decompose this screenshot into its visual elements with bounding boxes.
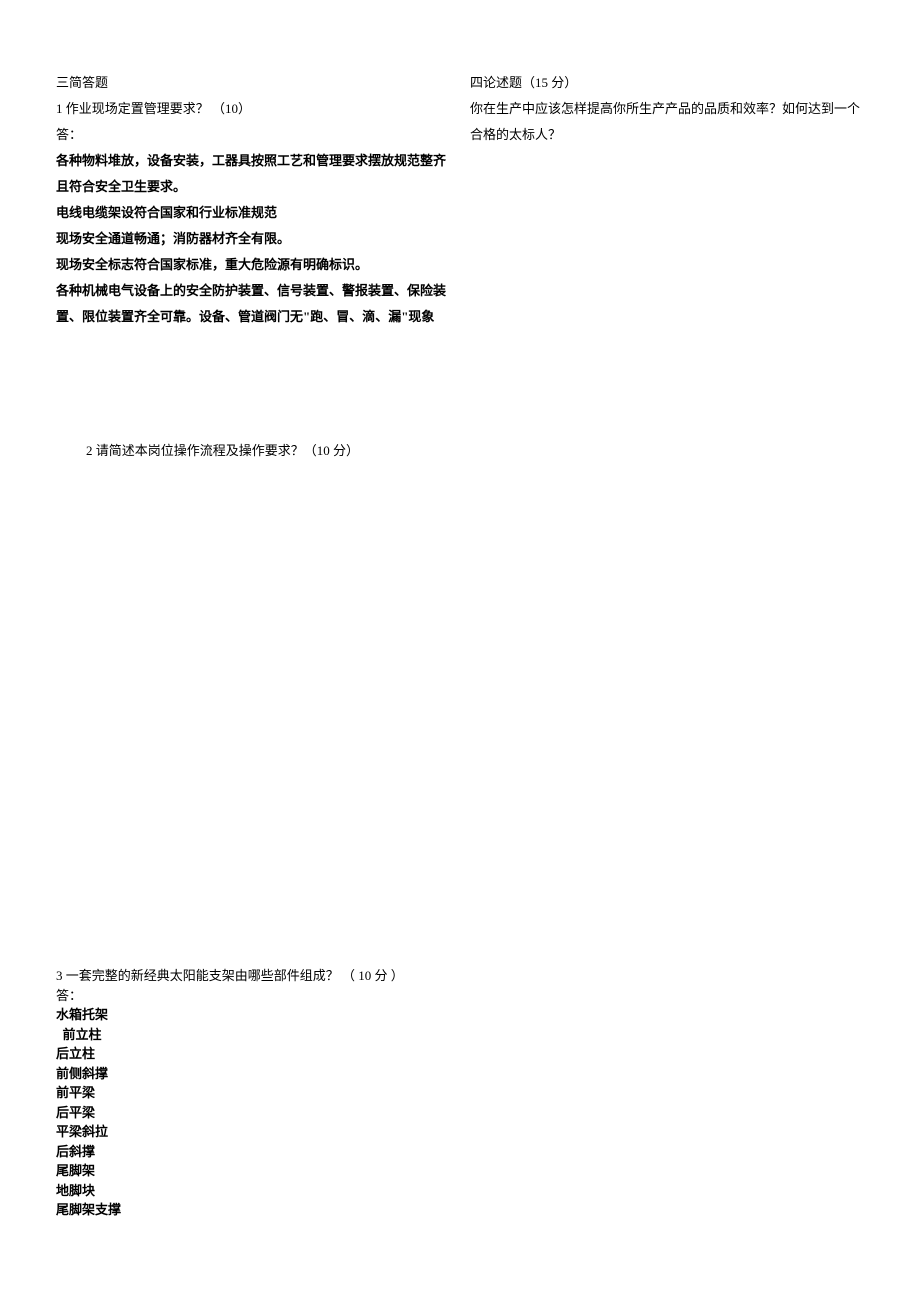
q3-item-3: 后立柱 xyxy=(56,1044,456,1064)
right-column: 四论述题（15 分） 你在生产中应该怎样提高你所生产产品的品质和效率？如何达到一… xyxy=(470,70,870,148)
section-four-body: 你在生产中应该怎样提高你所生产产品的品质和效率？如何达到一个合格的太标人？ xyxy=(470,96,870,148)
answer-1-paragraph-2: 电线电缆架设符合国家和行业标准规范 xyxy=(56,200,456,226)
q3-item-4: 前侧斜撑 xyxy=(56,1064,456,1084)
q3-item-5: 前平梁 xyxy=(56,1083,456,1103)
answer-1-paragraph-3: 现场安全通道畅通；消防器材齐全有限。 xyxy=(56,226,456,252)
q3-item-6: 后平梁 xyxy=(56,1103,456,1123)
question-1-heading: 1 作业现场定置管理要求？ （10） xyxy=(56,96,456,122)
q3-item-8: 后斜撑 xyxy=(56,1142,456,1162)
question-3-block: 3 一套完整的新经典太阳能支架由哪些部件组成？ （ 10 分 ） 答： 水箱托架… xyxy=(56,966,456,1220)
q3-item-1: 水箱托架 xyxy=(56,1005,456,1025)
question-3-heading: 3 一套完整的新经典太阳能支架由哪些部件组成？ （ 10 分 ） xyxy=(56,966,456,986)
answer-1-paragraph-4: 现场安全标志符合国家标准，重大危险源有明确标识。 xyxy=(56,252,456,278)
q3-item-10: 地脚块 xyxy=(56,1181,456,1201)
answer-label-1: 答： xyxy=(56,122,456,148)
section-three-title: 三简答题 xyxy=(56,70,456,96)
answer-label-3: 答： xyxy=(56,986,456,1006)
q3-item-7: 平梁斜拉 xyxy=(56,1122,456,1142)
question-2-heading: 2 请简述本岗位操作流程及操作要求？（10 分） xyxy=(86,438,486,464)
q3-item-11: 尾脚架支撑 xyxy=(56,1200,456,1220)
q3-item-2: 前立柱 xyxy=(56,1025,456,1045)
q3-item-9: 尾脚架 xyxy=(56,1161,456,1181)
left-column: 三简答题 1 作业现场定置管理要求？ （10） 答： 各种物料堆放，设备安装，工… xyxy=(56,70,456,330)
answer-1-paragraph-1: 各种物料堆放，设备安装，工器具按照工艺和管理要求摆放规范整齐且符合安全卫生要求。 xyxy=(56,148,456,200)
answer-1-paragraph-5: 各种机械电气设备上的安全防护装置、信号装置、警报装置、保险装置、限位装置齐全可靠… xyxy=(56,278,456,330)
question-2-block: 2 请简述本岗位操作流程及操作要求？（10 分） xyxy=(86,438,486,464)
section-four-title: 四论述题（15 分） xyxy=(470,70,870,96)
